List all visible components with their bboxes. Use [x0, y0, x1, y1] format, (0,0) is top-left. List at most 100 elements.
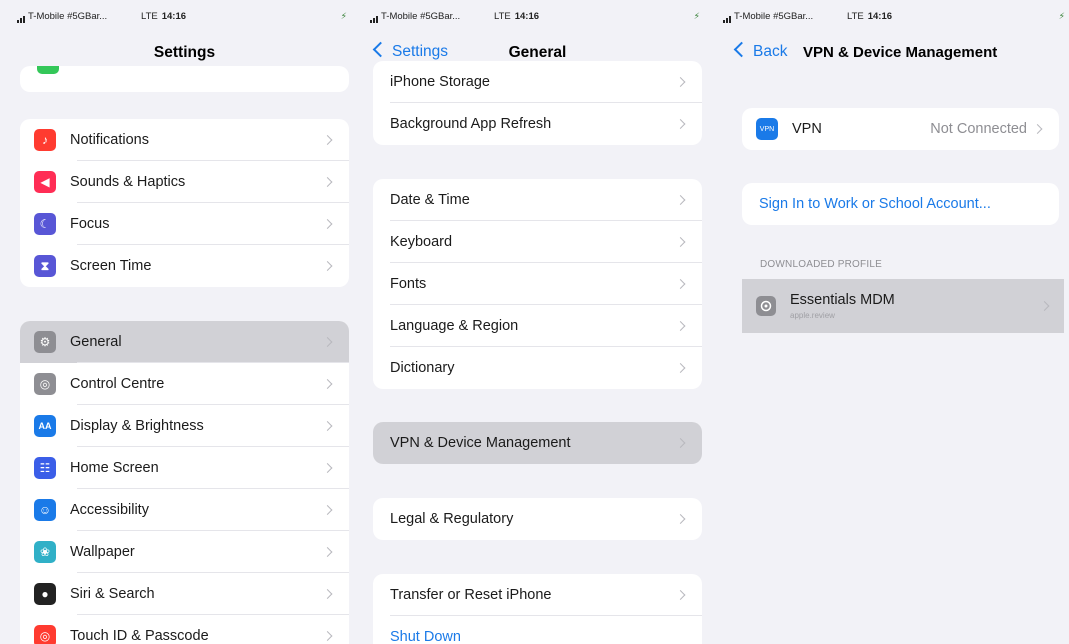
- back-label: Settings: [392, 43, 449, 60]
- moon-icon: ☾: [34, 213, 56, 235]
- settings-screen: T-Mobile #5GBar... LTE 14:16 ⚡ Settings ♪…: [8, 0, 361, 644]
- vpn-row[interactable]: VPN VPN Not Connected: [742, 108, 1059, 150]
- sign-in-label: Sign In to Work or School Account...: [759, 196, 991, 212]
- settings-item-display-and-brightness[interactable]: AA Display & Brightness: [20, 405, 349, 447]
- general-item-label: Shut Down: [390, 629, 461, 644]
- settings-group-notifications: ♪ Notifications ◀ Sounds & Haptics ☾ Focus ⧗ Sc…: [20, 119, 349, 287]
- general-item-label: Dictionary: [390, 360, 455, 376]
- general-item-label: Legal & Regulatory: [390, 511, 514, 527]
- settings-item-label: Display & Brightness: [70, 418, 204, 434]
- profile-name: Essentials MDM: [790, 292, 895, 308]
- settings-item-label: Sounds & Haptics: [70, 174, 186, 190]
- settings-item-label: Accessibility: [70, 502, 149, 518]
- back-button[interactable]: Back: [733, 41, 788, 61]
- settings-item-screen-time[interactable]: ⧗ Screen Time: [20, 245, 349, 287]
- nav-bar: Back VPN & Device Management: [714, 40, 1069, 68]
- sign-in-work-account-link[interactable]: Sign In to Work or School Account...: [742, 183, 1059, 225]
- general-item-label: VPN & Device Management: [390, 435, 571, 451]
- back-label: Back: [753, 43, 788, 60]
- time-label: 14:16: [514, 11, 540, 22]
- grid-icon: ☷: [34, 457, 56, 479]
- general-item-background-app-refresh[interactable]: Background App Refresh: [373, 103, 702, 145]
- page-title: Settings: [153, 44, 216, 61]
- settings-item-label: General: [70, 334, 122, 350]
- chevron-left-icon: [733, 41, 750, 58]
- settings-item-siri-and-search[interactable]: ● Siri & Search: [20, 573, 349, 615]
- settings-item-label: Focus: [70, 216, 110, 232]
- settings-group-general: ⚙ General ◎ Control Centre AA Display & Brigh…: [20, 321, 349, 644]
- general-item-label: Fonts: [390, 276, 427, 292]
- vpn-icon: VPN: [756, 118, 778, 140]
- settings-item-home-screen[interactable]: ☷ Home Screen: [20, 447, 349, 489]
- general-group-datetime: Date & Time Keyboard Fonts Language & Regio…: [373, 179, 702, 389]
- general-item-transfer-or-reset-iphone[interactable]: Transfer or Reset iPhone: [373, 574, 702, 616]
- settings-item-accessibility[interactable]: ☺ Accessibility: [20, 489, 349, 531]
- vpn-group: VPN VPN Not Connected: [742, 108, 1059, 150]
- general-item-iphone-storage[interactable]: iPhone Storage: [373, 61, 702, 103]
- general-item-label: Language & Region: [390, 318, 519, 334]
- general-item-date-and-time[interactable]: Date & Time: [373, 179, 702, 221]
- general-group-reset: Transfer or Reset iPhone Shut Down: [373, 574, 702, 644]
- general-item-label: Background App Refresh: [390, 116, 552, 132]
- speaker-icon: ◀: [34, 171, 56, 193]
- settings-item-general[interactable]: ⚙ General: [20, 321, 349, 363]
- chevron-left-icon: [372, 41, 389, 58]
- carrier-label: T-Mobile #5GBar...: [381, 11, 461, 22]
- carrier-label: T-Mobile #5GBar...: [734, 11, 814, 22]
- nav-bar: Settings: [8, 40, 361, 68]
- flower-icon: ❀: [34, 541, 56, 563]
- general-item-shut-down[interactable]: Shut Down: [373, 616, 702, 644]
- general-item-vpn-and-device-management[interactable]: VPN & Device Management: [373, 422, 702, 464]
- general-item-label: iPhone Storage: [390, 74, 490, 90]
- settings-item-label: Notifications: [70, 132, 149, 148]
- network-label: LTE: [847, 11, 864, 22]
- bell-icon: ♪: [34, 129, 56, 151]
- time-label: 14:16: [161, 11, 187, 22]
- back-button[interactable]: Settings: [372, 41, 449, 61]
- settings-item-focus[interactable]: ☾ Focus: [20, 203, 349, 245]
- settings-group-top: [20, 66, 349, 92]
- general-item-dictionary[interactable]: Dictionary: [373, 347, 702, 389]
- general-group-legal: Legal & Regulatory: [373, 498, 702, 540]
- accessibility-icon: ☺: [34, 499, 56, 521]
- gear-icon: [756, 296, 776, 316]
- status-bar: T-Mobile #5GBar... LTE 14:16 ⚡: [8, 11, 361, 25]
- settings-item-label: Control Centre: [70, 376, 165, 392]
- sign-in-group: Sign In to Work or School Account...: [742, 183, 1059, 225]
- general-item-keyboard[interactable]: Keyboard: [373, 221, 702, 263]
- battery-icon: ⚡: [340, 11, 347, 21]
- vpn-device-management-screen: T-Mobile #5GBar... LTE 14:16 ⚡ Back VPN &…: [714, 0, 1069, 644]
- settings-item-label: Home Screen: [70, 460, 159, 476]
- gear-icon: ⚙: [34, 331, 56, 353]
- settings-item-label: Wallpaper: [70, 544, 135, 560]
- general-item-fonts[interactable]: Fonts: [373, 263, 702, 305]
- general-item-legal-and-regulatory[interactable]: Legal & Regulatory: [373, 498, 702, 540]
- aa-icon: AA: [34, 415, 56, 437]
- page-title: VPN & Device Management: [803, 44, 998, 61]
- settings-item-label: Siri & Search: [70, 586, 155, 602]
- general-item-language-and-region[interactable]: Language & Region: [373, 305, 702, 347]
- settings-item-control-centre[interactable]: ◎ Control Centre: [20, 363, 349, 405]
- settings-item-notifications[interactable]: ♪ Notifications: [20, 119, 349, 161]
- signal-icon: [17, 12, 26, 23]
- status-bar: T-Mobile #5GBar... LTE 14:16 ⚡: [361, 11, 714, 25]
- signal-icon: [723, 12, 732, 23]
- settings-item-wallpaper[interactable]: ❀ Wallpaper: [20, 531, 349, 573]
- settings-item-sounds-and-haptics[interactable]: ◀ Sounds & Haptics: [20, 161, 349, 203]
- general-group-vpn: VPN & Device Management: [373, 422, 702, 464]
- hourglass-icon: ⧗: [34, 255, 56, 277]
- status-bar: T-Mobile #5GBar... LTE 14:16 ⚡: [714, 11, 1069, 25]
- app-icon: [37, 66, 59, 74]
- general-group-storage: iPhone Storage Background App Refresh: [373, 61, 702, 145]
- section-header: DOWNLOADED PROFILE: [760, 259, 882, 270]
- battery-icon: ⚡: [693, 11, 700, 21]
- profile-row[interactable]: Essentials MDM apple.review: [742, 279, 1064, 333]
- general-screen: T-Mobile #5GBar... LTE 14:16 ⚡ General Se…: [361, 0, 714, 644]
- fingerprint-icon: ◎: [34, 625, 56, 644]
- profile-group: Essentials MDM apple.review: [742, 279, 1064, 333]
- general-item-label: Date & Time: [390, 192, 470, 208]
- settings-item-label: Screen Time: [70, 258, 152, 274]
- time-label: 14:16: [867, 11, 893, 22]
- profile-domain: apple.review: [790, 311, 835, 320]
- settings-item-touch-id-and-passcode[interactable]: ◎ Touch ID & Passcode: [20, 615, 349, 644]
